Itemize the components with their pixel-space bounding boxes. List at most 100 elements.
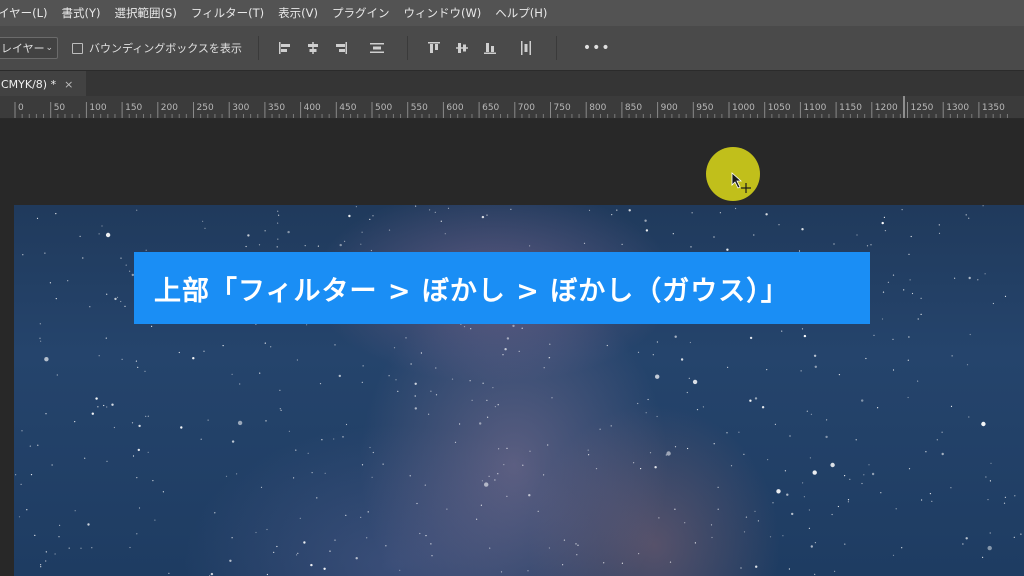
star — [124, 305, 126, 307]
star — [809, 457, 812, 459]
star — [610, 425, 612, 427]
close-icon[interactable]: × — [64, 78, 73, 91]
star — [810, 545, 813, 548]
star — [801, 328, 804, 330]
star — [409, 475, 411, 477]
star — [754, 510, 756, 512]
star — [95, 397, 98, 400]
star — [145, 415, 147, 417]
star — [239, 383, 241, 385]
star — [778, 224, 780, 226]
align-top-icon[interactable] — [426, 40, 442, 56]
star — [989, 532, 991, 534]
star — [543, 474, 545, 476]
star — [800, 370, 802, 372]
star — [727, 366, 729, 368]
horizontal-ruler[interactable]: 0 50 100 150 200 250 300 350 400 450 500 550 600 650 7… — [0, 96, 1024, 119]
align-vcenter-icon[interactable] — [454, 40, 470, 56]
star — [674, 446, 677, 448]
menu-plugins[interactable]: プラグイン — [325, 5, 397, 21]
star — [342, 436, 344, 438]
more-icon[interactable]: ••• — [583, 40, 611, 56]
menu-help[interactable]: ヘルプ(H) — [488, 5, 554, 21]
distribute-vertical-icon[interactable] — [518, 40, 534, 56]
star — [528, 494, 531, 497]
star — [270, 346, 272, 348]
star — [420, 352, 422, 354]
menu-type[interactable]: 書式(Y) — [55, 5, 108, 21]
auto-select-dropdown[interactable]: レイヤー ⌄ — [0, 37, 58, 59]
star — [125, 264, 127, 266]
star — [583, 242, 586, 244]
star — [21, 430, 23, 432]
star — [288, 430, 290, 432]
star — [563, 539, 566, 541]
star — [486, 399, 488, 401]
star — [692, 379, 698, 385]
star — [39, 323, 41, 325]
star — [694, 542, 697, 544]
menu-select[interactable]: 選択範囲(S) — [108, 5, 184, 21]
star — [311, 472, 313, 474]
star — [136, 209, 138, 211]
star — [497, 473, 499, 475]
menu-window[interactable]: ウィンドウ(W) — [396, 5, 488, 21]
star — [784, 470, 787, 472]
distribute-horizontal-icon[interactable] — [369, 40, 385, 56]
show-bounding-box-checkbox[interactable] — [72, 42, 83, 54]
star — [954, 277, 956, 279]
options-bar: レイヤー ⌄ バウンディングボックスを表示 ••• — [0, 26, 1024, 70]
star — [814, 542, 817, 544]
star — [616, 209, 618, 211]
star — [713, 443, 715, 445]
align-left-icon[interactable] — [277, 40, 293, 56]
star — [506, 337, 510, 340]
star — [587, 449, 589, 451]
divider — [555, 36, 557, 60]
star — [451, 378, 454, 380]
ruler-label: 950 — [696, 103, 713, 113]
star — [861, 399, 864, 402]
star — [665, 454, 667, 456]
star — [908, 253, 910, 255]
align-bottom-icon[interactable] — [482, 40, 498, 56]
star — [120, 300, 122, 303]
star — [769, 536, 772, 538]
star — [278, 214, 280, 216]
menu-layer[interactable]: イヤー(L) — [0, 5, 55, 21]
align-right-icon[interactable] — [333, 40, 349, 56]
ruler-label: 1150 — [839, 103, 862, 113]
star — [881, 318, 884, 320]
star — [977, 279, 979, 281]
menu-view[interactable]: 表示(V) — [271, 5, 325, 21]
star — [498, 448, 500, 450]
star — [135, 360, 137, 362]
star — [892, 369, 895, 371]
align-hcenter-icon[interactable] — [305, 40, 321, 56]
menu-filter[interactable]: フィルター(T) — [184, 5, 271, 21]
star — [931, 500, 933, 502]
star — [255, 531, 257, 534]
star — [329, 550, 331, 552]
star — [200, 438, 202, 440]
ruler-label: 450 — [339, 103, 356, 113]
star — [435, 394, 438, 396]
star — [469, 380, 471, 382]
star — [911, 292, 914, 295]
document-tab[interactable]: CMYK/8) * × — [0, 71, 86, 97]
ruler-label: 1100 — [803, 103, 826, 113]
star — [512, 324, 515, 328]
star — [548, 547, 551, 549]
star — [1013, 536, 1015, 538]
star — [299, 517, 301, 519]
star — [324, 472, 326, 474]
show-bounding-box-toggle[interactable]: バウンディングボックスを表示 — [72, 40, 242, 56]
star — [830, 462, 835, 468]
star — [369, 218, 371, 220]
star — [361, 381, 363, 383]
star — [295, 449, 297, 451]
star — [372, 451, 374, 454]
star — [372, 215, 374, 217]
star — [111, 403, 114, 406]
star — [644, 219, 647, 222]
